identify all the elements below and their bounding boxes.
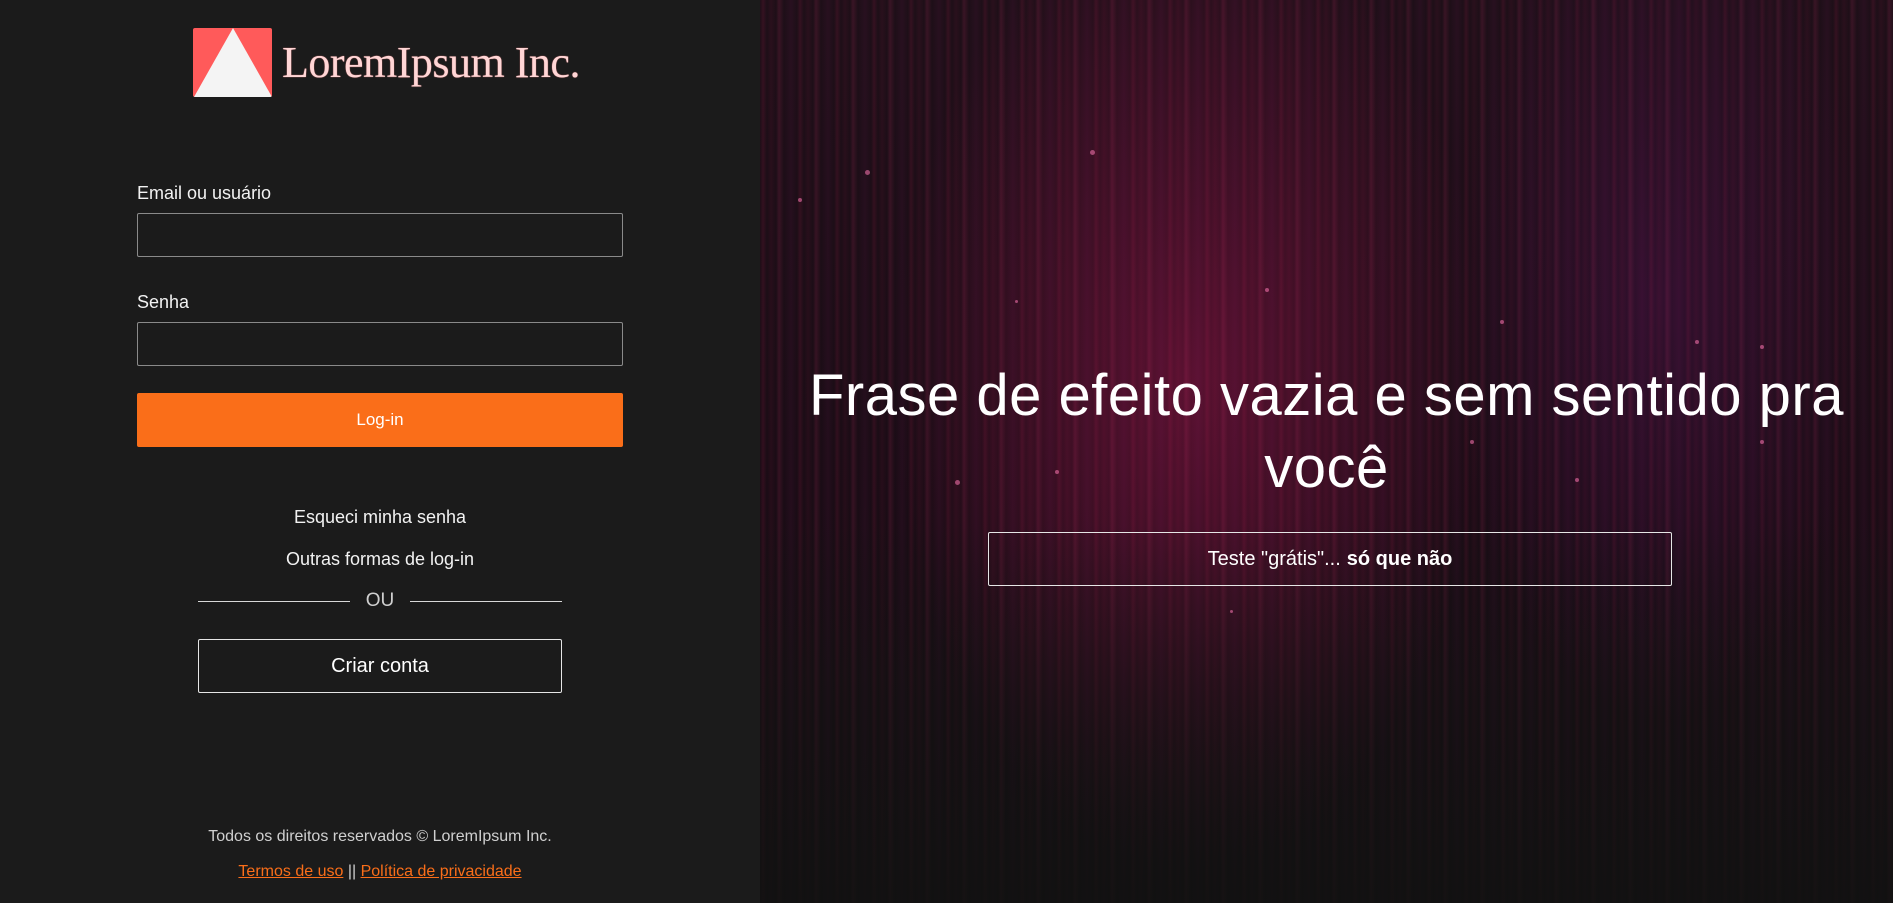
privacy-link[interactable]: Política de privacidade — [361, 863, 522, 880]
hero-panel: Frase de efeito vazia e sem sentido pra … — [760, 0, 1893, 903]
particle — [1230, 610, 1233, 613]
particle — [1015, 300, 1018, 303]
password-field[interactable] — [137, 322, 623, 366]
particle — [1500, 320, 1504, 324]
particle — [1090, 150, 1095, 155]
terms-link[interactable]: Termos de uso — [238, 863, 343, 880]
trial-text: Teste "grátis"... — [1207, 547, 1341, 570]
footer-links: Termos de uso || Política de privacidade — [0, 863, 760, 881]
divider-or: OU — [365, 590, 395, 611]
create-account-button[interactable]: Criar conta — [198, 639, 562, 693]
free-trial-button[interactable]: Teste "grátis"... só que não — [988, 532, 1672, 586]
particle — [1265, 288, 1269, 292]
brand-name: LoremIpsum Inc. — [282, 37, 580, 87]
login-panel: LoremIpsum Inc. Email ou usuário Senha L… — [0, 0, 760, 903]
login-button[interactable]: Log-in — [137, 393, 623, 447]
other-login-link[interactable]: Outras formas de log-in — [0, 549, 760, 570]
particle — [1695, 340, 1699, 344]
password-label: Senha — [137, 292, 190, 312]
email-field[interactable] — [137, 213, 623, 257]
email-label: Email ou usuário — [137, 183, 272, 203]
hero-headline: Frase de efeito vazia e sem sentido pra … — [808, 363, 1845, 500]
particle — [798, 198, 802, 202]
footer-separator: || — [347, 863, 357, 880]
triangle-logo-icon — [193, 27, 272, 97]
footer-copyright: Todos os direitos reservados © LoremIpsu… — [208, 828, 552, 845]
forgot-password-link[interactable]: Esqueci minha senha — [0, 507, 760, 528]
divider-right — [410, 601, 562, 602]
logo[interactable]: LoremIpsum Inc. — [193, 27, 580, 97]
trial-text-bold: só que não — [1346, 547, 1453, 570]
particle — [865, 170, 870, 175]
particle — [1760, 345, 1764, 349]
